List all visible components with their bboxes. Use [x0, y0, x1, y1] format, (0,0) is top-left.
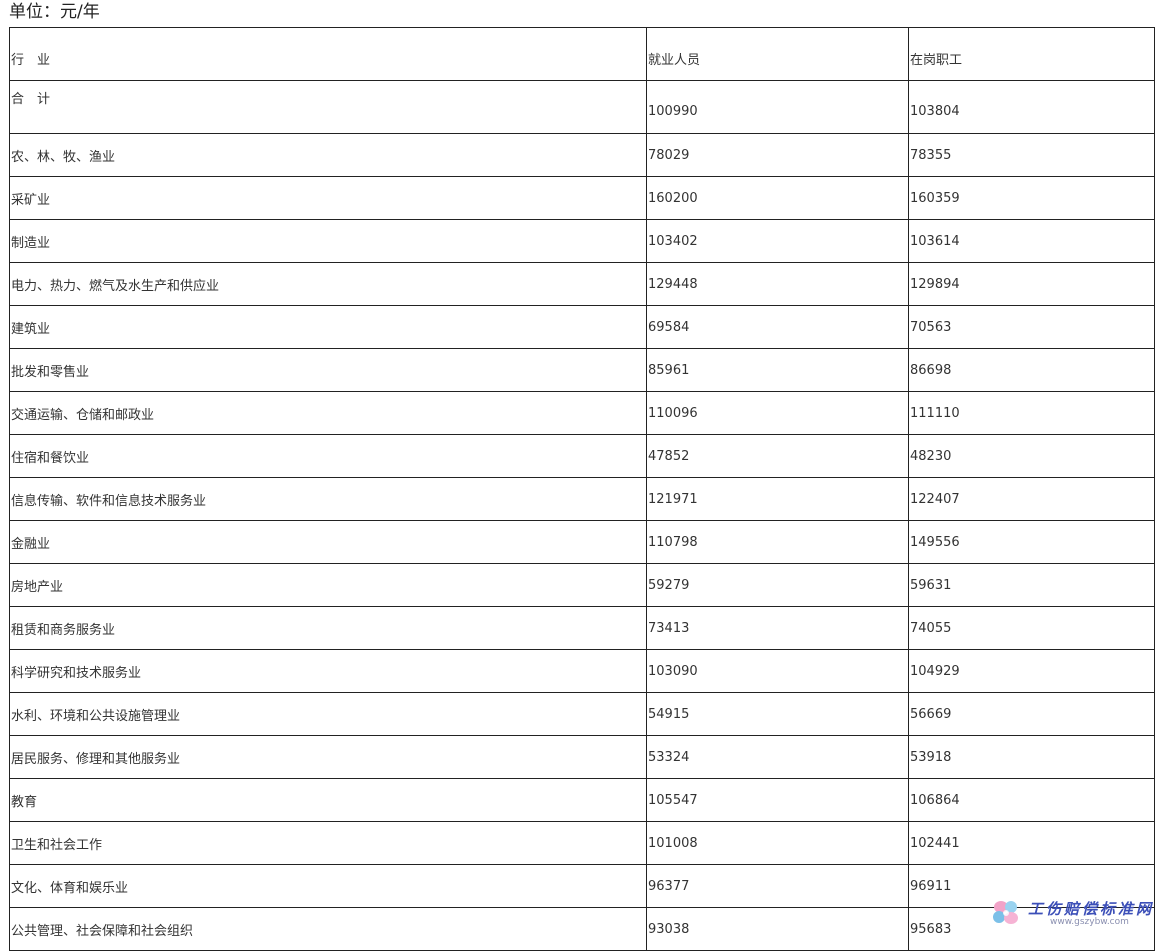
table-row: 制造业 103402 103614 — [9, 219, 1155, 263]
cell-employed: 85961 — [646, 348, 909, 392]
cell-industry: 水利、环境和公共设施管理业 — [9, 692, 647, 736]
cell-industry: 卫生和社会工作 — [9, 821, 647, 865]
cell-industry: 交通运输、仓储和邮政业 — [9, 391, 647, 435]
table-row: 租赁和商务服务业 73413 74055 — [9, 606, 1155, 650]
cell-employed: 47852 — [646, 434, 909, 478]
cell-on-post: 103614 — [908, 219, 1155, 263]
cell-on-post: 122407 — [908, 477, 1155, 521]
table-row: 水利、环境和公共设施管理业 54915 56669 — [9, 692, 1155, 736]
cell-employed: 160200 — [646, 176, 909, 220]
table-row: 房地产业 59279 59631 — [9, 563, 1155, 607]
cell-employed: 103090 — [646, 649, 909, 693]
cell-industry: 住宿和餐饮业 — [9, 434, 647, 478]
table-row: 金融业 110798 149556 — [9, 520, 1155, 564]
cell-employed: 69584 — [646, 305, 909, 349]
cell-industry: 文化、体育和娱乐业 — [9, 864, 647, 908]
cell-employed: 110096 — [646, 391, 909, 435]
cell-industry: 金融业 — [9, 520, 647, 564]
table-body: 行 业 就业人员 在岗职工 合 计 100990 103804 农、林、牧、渔业 780… — [9, 27, 1155, 951]
cell-employed: 73413 — [646, 606, 909, 650]
cell-on-post: 59631 — [908, 563, 1155, 607]
cell-employed: 53324 — [646, 735, 909, 779]
cell-employed: 100990 — [646, 80, 909, 134]
table-row: 电力、热力、燃气及水生产和供应业 129448 129894 — [9, 262, 1155, 306]
cell-on-post: 70563 — [908, 305, 1155, 349]
cell-industry: 教育 — [9, 778, 647, 822]
cell-employed: 129448 — [646, 262, 909, 306]
table-row: 住宿和餐饮业 47852 48230 — [9, 434, 1155, 478]
cell-industry: 信息传输、软件和信息技术服务业 — [9, 477, 647, 521]
cell-employed: 103402 — [646, 219, 909, 263]
cell-employed: 105547 — [646, 778, 909, 822]
cell-industry: 租赁和商务服务业 — [9, 606, 647, 650]
cell-on-post: 103804 — [908, 80, 1155, 134]
table-row-total: 合 计 100990 103804 — [9, 80, 1155, 134]
cell-employed: 121971 — [646, 477, 909, 521]
cell-employed: 59279 — [646, 563, 909, 607]
table-row: 批发和零售业 85961 86698 — [9, 348, 1155, 392]
cell-industry: 制造业 — [9, 219, 647, 263]
cell-on-post: 104929 — [908, 649, 1155, 693]
cell-industry: 科学研究和技术服务业 — [9, 649, 647, 693]
table-row: 居民服务、修理和其他服务业 53324 53918 — [9, 735, 1155, 779]
cell-on-post: 86698 — [908, 348, 1155, 392]
cell-industry: 建筑业 — [9, 305, 647, 349]
watermark-logo: 工伤赔偿标准网 www.gszybw.com — [990, 896, 1158, 930]
table-row: 建筑业 69584 70563 — [9, 305, 1155, 349]
cell-industry: 房地产业 — [9, 563, 647, 607]
table-row: 采矿业 160200 160359 — [9, 176, 1155, 220]
cell-industry: 采矿业 — [9, 176, 647, 220]
cell-employed: 96377 — [646, 864, 909, 908]
cell-on-post: 78355 — [908, 133, 1155, 177]
cell-industry: 电力、热力、燃气及水生产和供应业 — [9, 262, 647, 306]
header-industry: 行 业 — [9, 27, 647, 81]
table-row: 科学研究和技术服务业 103090 104929 — [9, 649, 1155, 693]
table-row: 卫生和社会工作 101008 102441 — [9, 821, 1155, 865]
table-row: 文化、体育和娱乐业 96377 96911 — [9, 864, 1155, 908]
cell-employed: 110798 — [646, 520, 909, 564]
table-row: 公共管理、社会保障和社会组织 93038 95683 — [9, 907, 1155, 951]
watermark-url: www.gszybw.com — [1050, 917, 1129, 927]
cell-on-post: 106864 — [908, 778, 1155, 822]
cell-employed: 101008 — [646, 821, 909, 865]
watermark-text: 工伤赔偿标准网 — [1028, 900, 1155, 918]
cell-employed: 78029 — [646, 133, 909, 177]
cell-on-post: 149556 — [908, 520, 1155, 564]
cell-on-post: 129894 — [908, 262, 1155, 306]
table-row: 信息传输、软件和信息技术服务业 121971 122407 — [9, 477, 1155, 521]
cell-employed: 93038 — [646, 907, 909, 951]
cell-on-post: 53918 — [908, 735, 1155, 779]
cell-on-post: 111110 — [908, 391, 1155, 435]
cell-employed: 54915 — [646, 692, 909, 736]
cell-on-post: 160359 — [908, 176, 1155, 220]
cell-industry: 居民服务、修理和其他服务业 — [9, 735, 647, 779]
salary-table: 行 业 就业人员 在岗职工 合 计 100990 103804 农、林、牧、渔业 780… — [9, 27, 1155, 951]
table-row: 农、林、牧、渔业 78029 78355 — [9, 133, 1155, 177]
cell-industry: 农、林、牧、渔业 — [9, 133, 647, 177]
cell-on-post: 102441 — [908, 821, 1155, 865]
cell-industry: 批发和零售业 — [9, 348, 647, 392]
flower-icon — [993, 901, 1018, 924]
header-employed: 就业人员 — [646, 27, 909, 81]
cell-on-post: 48230 — [908, 434, 1155, 478]
cell-on-post: 56669 — [908, 692, 1155, 736]
table-row: 教育 105547 106864 — [9, 778, 1155, 822]
unit-label: 单位：元/年 — [9, 2, 100, 22]
table-header-row: 行 业 就业人员 在岗职工 — [9, 27, 1155, 81]
cell-industry: 合 计 — [9, 80, 647, 134]
cell-on-post: 74055 — [908, 606, 1155, 650]
cell-industry: 公共管理、社会保障和社会组织 — [9, 907, 647, 951]
table-row: 交通运输、仓储和邮政业 110096 111110 — [9, 391, 1155, 435]
header-on-post: 在岗职工 — [908, 27, 1155, 81]
